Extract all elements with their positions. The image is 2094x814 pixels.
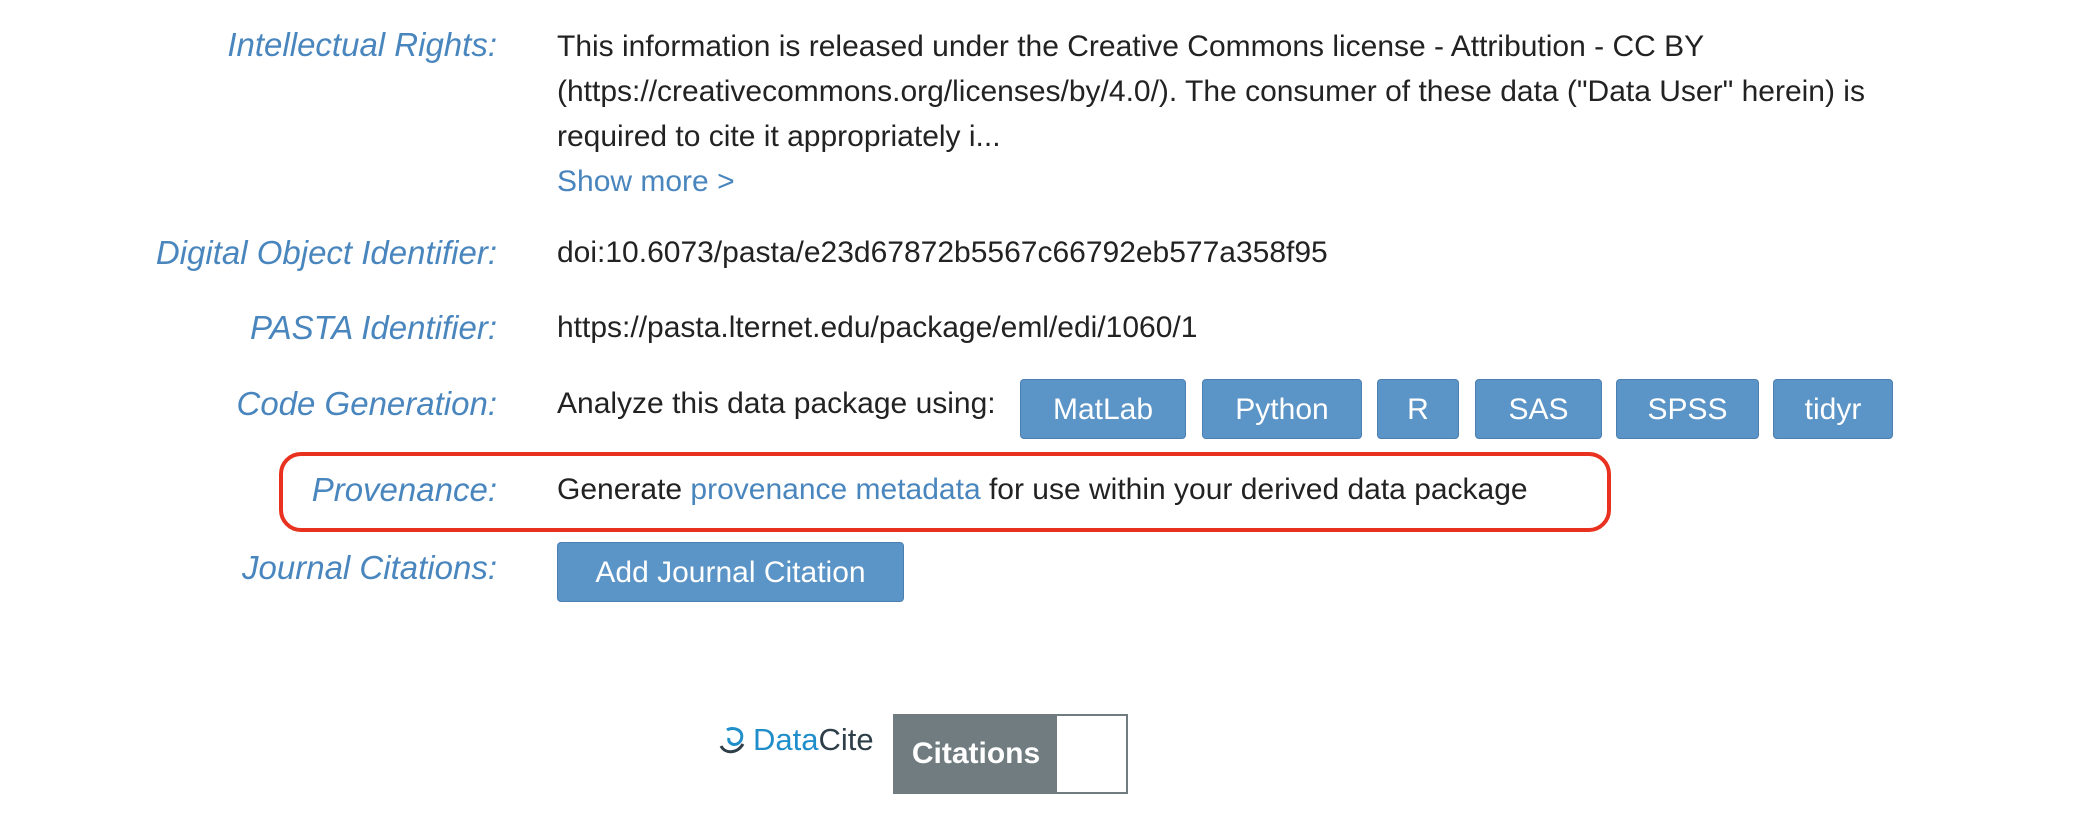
intellectual-rights-label: Intellectual Rights: xyxy=(227,26,497,63)
spss-button[interactable]: SPSS xyxy=(1616,379,1759,439)
datacite-brand-data: Data xyxy=(753,722,819,757)
code-generation-intro: Analyze this data package using: xyxy=(557,387,996,420)
doi-label: Digital Object Identifier: xyxy=(155,234,497,271)
doi-value: doi:10.6073/pasta/e23d67872b5567c66792eb… xyxy=(557,236,1328,269)
journal-citations-label: Journal Citations: xyxy=(242,549,497,586)
pasta-label: PASTA Identifier: xyxy=(250,309,497,346)
intellectual-rights-body: This information is released under the C… xyxy=(557,30,1865,153)
citations-label: Citations xyxy=(895,716,1057,792)
datacite-brand-cite: Cite xyxy=(818,722,874,757)
python-button[interactable]: Python xyxy=(1202,379,1362,439)
provenance-label: Provenance: xyxy=(311,471,497,508)
code-generation-label: Code Generation: xyxy=(236,385,497,422)
provenance-metadata-link[interactable]: provenance metadata xyxy=(690,473,980,506)
datacite-swoosh-icon xyxy=(719,726,745,754)
show-more-link[interactable]: Show more > xyxy=(557,165,735,198)
citations-count xyxy=(1057,716,1126,792)
tidyr-button[interactable]: tidyr xyxy=(1773,379,1893,439)
intellectual-rights-text: This information is released under the C… xyxy=(557,24,1957,204)
sas-button[interactable]: SAS xyxy=(1475,379,1602,439)
pasta-value: https://pasta.lternet.edu/package/eml/ed… xyxy=(557,311,1198,344)
matlab-button[interactable]: MatLab xyxy=(1020,379,1186,439)
provenance-prefix: Generate xyxy=(557,473,691,506)
provenance-suffix: for use within your derived data package xyxy=(980,473,1528,506)
datacite-logo[interactable]: Data Cite xyxy=(717,722,874,758)
provenance-text: Generate provenance metadata for use wit… xyxy=(557,473,1528,507)
r-button[interactable]: R xyxy=(1377,379,1459,439)
citations-widget[interactable]: Citations xyxy=(893,714,1128,794)
add-journal-citation-button[interactable]: Add Journal Citation xyxy=(557,542,904,602)
